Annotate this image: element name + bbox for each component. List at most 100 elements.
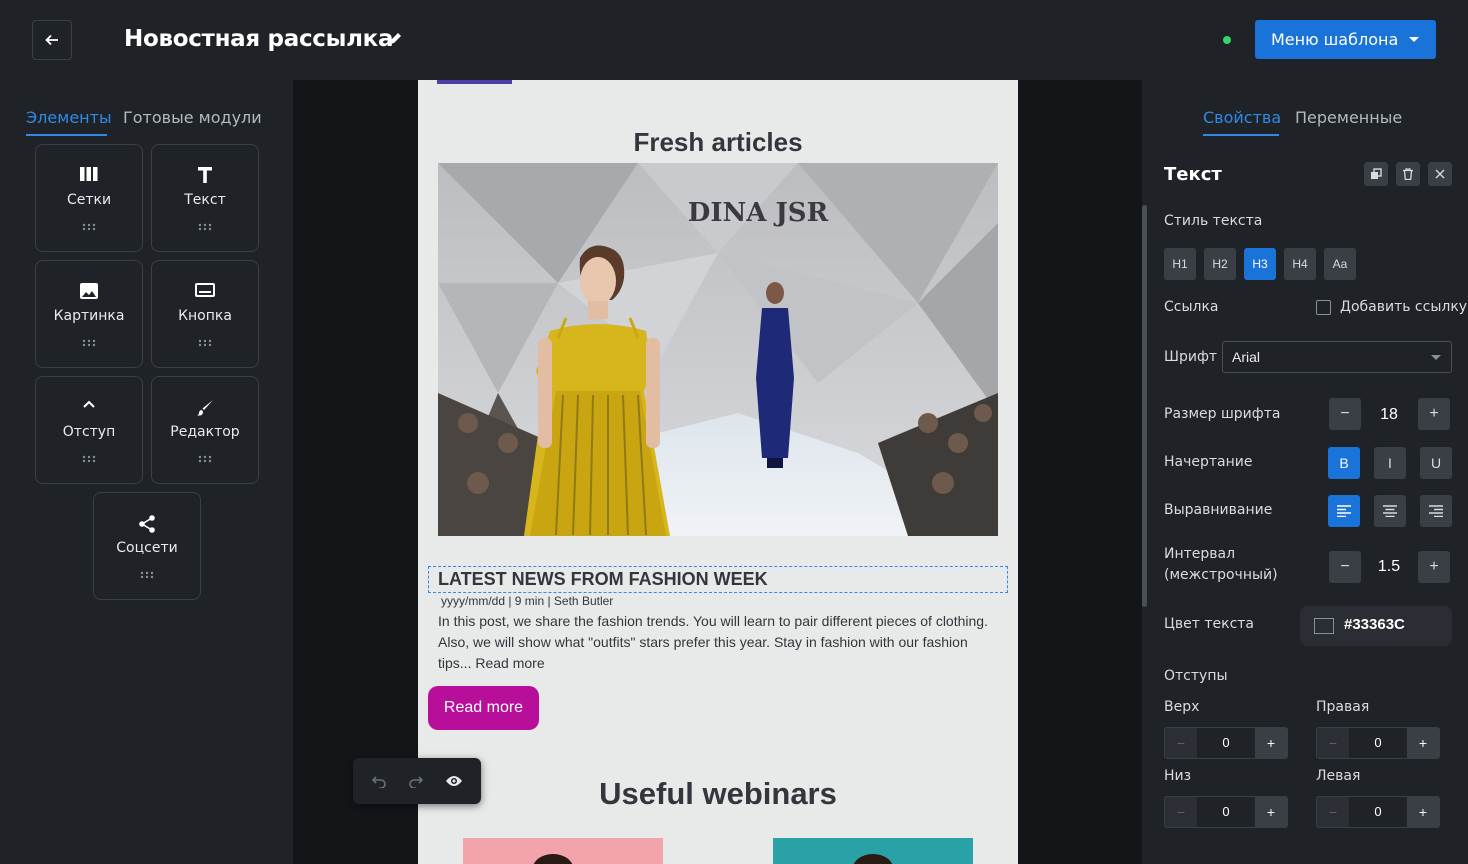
fashion-photo[interactable]: DINA JSR	[438, 163, 998, 536]
template-menu-button[interactable]: Меню шаблона	[1255, 20, 1436, 59]
back-button[interactable]	[32, 20, 72, 60]
padding-top-stepper[interactable]: − 0 +	[1164, 727, 1288, 759]
line-height-value[interactable]: 1.5	[1361, 558, 1417, 576]
padding-right-value[interactable]: 0	[1349, 728, 1407, 758]
trash-icon	[1403, 168, 1413, 180]
padding-right-stepper[interactable]: − 0 +	[1316, 727, 1440, 759]
article-line: tips... Read more	[438, 655, 545, 671]
webinar-image-2[interactable]	[773, 838, 973, 864]
drag-handle-icon[interactable]	[140, 571, 154, 579]
italic-button[interactable]: I	[1374, 447, 1406, 479]
padding-left-stepper[interactable]: − 0 +	[1316, 796, 1440, 828]
heading-h2-button[interactable]: H2	[1204, 248, 1236, 280]
padding-left-label: Левая	[1316, 768, 1361, 784]
add-link-label[interactable]: Добавить ссылку	[1340, 297, 1467, 318]
drag-handle-icon[interactable]	[198, 223, 212, 231]
drag-handle-icon[interactable]	[82, 223, 96, 231]
align-right-icon	[1429, 505, 1443, 517]
drag-handle-icon[interactable]	[198, 339, 212, 347]
chevron-down-icon	[1409, 37, 1419, 42]
tab-variables[interactable]: Переменные	[1295, 108, 1402, 127]
runway-sign: DINA JSR	[688, 198, 829, 228]
line-height-increase[interactable]: +	[1418, 551, 1450, 583]
delete-button[interactable]	[1396, 162, 1420, 186]
padding-bottom-decrease[interactable]: −	[1165, 797, 1197, 827]
line-height-decrease[interactable]: −	[1329, 551, 1361, 583]
padding-top-value[interactable]: 0	[1197, 728, 1255, 758]
tab-ready-modules[interactable]: Готовые модули	[123, 108, 262, 127]
webinar-image-1[interactable]	[463, 838, 663, 864]
heading-h1-button[interactable]: H1	[1164, 248, 1196, 280]
text-color-picker[interactable]: #33363C	[1300, 606, 1452, 646]
tile-label: Соцсети	[116, 540, 178, 556]
bold-button[interactable]: B	[1328, 447, 1360, 479]
padding-left-value[interactable]: 0	[1349, 797, 1407, 827]
padding-bottom-stepper[interactable]: − 0 +	[1164, 796, 1288, 828]
duplicate-button[interactable]	[1364, 162, 1388, 186]
text-style-label: Стиль текста	[1164, 213, 1263, 229]
style-label: Начертание	[1164, 454, 1253, 470]
padding-top-label: Верх	[1164, 699, 1200, 715]
floating-toolbar	[353, 758, 481, 804]
align-left-button[interactable]	[1328, 495, 1360, 527]
font-size-increase[interactable]: +	[1418, 398, 1450, 430]
color-swatch	[1314, 618, 1334, 634]
section-title-articles[interactable]: Fresh articles	[418, 127, 1018, 158]
padding-right-increase[interactable]: +	[1407, 728, 1439, 758]
paragraph-style-button[interactable]: Aa	[1324, 248, 1356, 280]
email-preview: Fresh articles DINA JSR LATEST NEWS FROM…	[418, 80, 1018, 864]
heading-h3-button[interactable]: H3	[1244, 248, 1276, 280]
section-title-webinars[interactable]: Useful webinars	[418, 776, 1018, 812]
padding-right-decrease[interactable]: −	[1317, 728, 1349, 758]
tile-grids[interactable]: Сетки	[35, 144, 143, 252]
align-left-icon	[1337, 505, 1351, 517]
block-title: Текст	[1164, 164, 1222, 185]
tile-social[interactable]: Соцсети	[93, 492, 201, 600]
link-label: Ссылка	[1164, 299, 1219, 315]
undo-icon[interactable]	[371, 774, 387, 788]
tab-elements[interactable]: Элементы	[26, 108, 112, 127]
tile-text[interactable]: Текст	[151, 144, 259, 252]
font-select[interactable]: Arial	[1222, 341, 1452, 373]
padding-top-decrease[interactable]: −	[1165, 728, 1197, 758]
padding-top-increase[interactable]: +	[1255, 728, 1287, 758]
padding-bottom-value[interactable]: 0	[1197, 797, 1255, 827]
tile-spacer[interactable]: Отступ	[35, 376, 143, 484]
page-title: Новостная рассылка	[124, 26, 394, 52]
tile-label: Отступ	[62, 424, 116, 440]
tab-properties[interactable]: Свойства	[1203, 108, 1281, 127]
eye-icon[interactable]	[445, 775, 463, 787]
chevron-down-icon	[1431, 355, 1441, 360]
padding-left-decrease[interactable]: −	[1317, 797, 1349, 827]
columns-icon	[80, 167, 98, 181]
tile-button[interactable]: Кнопка	[151, 260, 259, 368]
article-meta[interactable]: yyyy/mm/dd | 9 min | Seth Butler	[441, 594, 613, 608]
padding-left-increase[interactable]: +	[1407, 797, 1439, 827]
tile-editor[interactable]: Редактор	[151, 376, 259, 484]
drag-handle-icon[interactable]	[198, 455, 212, 463]
right-panel: Свойства Переменные Текст Стиль текста H…	[1142, 80, 1468, 864]
drag-handle-icon[interactable]	[82, 339, 96, 347]
font-label: Шрифт	[1164, 349, 1218, 365]
font-size-value[interactable]: 18	[1361, 406, 1417, 424]
tile-label: Картинка	[53, 308, 125, 324]
redo-icon[interactable]	[408, 774, 424, 788]
tile-image[interactable]: Картинка	[35, 260, 143, 368]
pencil-icon[interactable]	[388, 31, 403, 46]
drag-handle-icon[interactable]	[82, 455, 96, 463]
align-right-button[interactable]	[1420, 495, 1452, 527]
heading-h4-button[interactable]: H4	[1284, 248, 1316, 280]
text-color-label: Цвет текста	[1164, 616, 1254, 632]
article-body[interactable]: In this post, we share the fashion trend…	[438, 611, 998, 674]
add-link-checkbox[interactable]	[1316, 300, 1331, 315]
align-center-button[interactable]	[1374, 495, 1406, 527]
scrollbar[interactable]	[1142, 205, 1147, 607]
padding-bottom-increase[interactable]: +	[1255, 797, 1287, 827]
close-button[interactable]	[1428, 162, 1452, 186]
template-menu-label: Меню шаблона	[1271, 30, 1399, 49]
underline-button[interactable]: U	[1420, 447, 1452, 479]
news-heading[interactable]: LATEST NEWS FROM FASHION WEEK	[428, 566, 1008, 593]
read-more-button[interactable]: Read more	[428, 686, 539, 730]
button-icon	[195, 283, 215, 297]
font-size-decrease[interactable]: −	[1329, 398, 1361, 430]
